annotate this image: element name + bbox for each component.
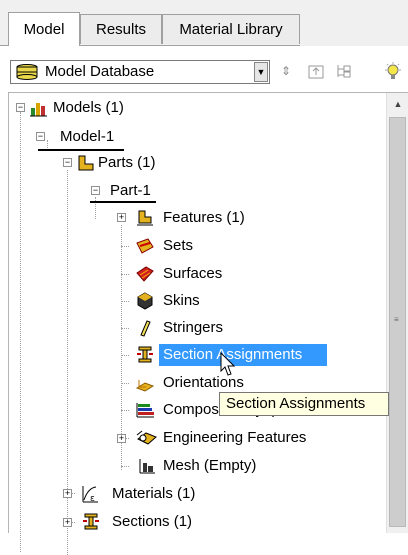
collapse-models-icon[interactable]: − — [16, 103, 25, 112]
tree-node-mesh[interactable]: Mesh (Empty) — [163, 456, 256, 476]
model-underline — [38, 149, 124, 151]
stringers-icon — [140, 320, 151, 337]
tree-node-model-1[interactable]: Model-1 — [60, 127, 114, 147]
mesh-icon — [139, 459, 155, 474]
tree-node-sections[interactable]: Sections (1) — [112, 512, 192, 532]
engineering-features-icon — [136, 430, 157, 445]
tree-node-surfaces[interactable]: Surfaces — [163, 264, 222, 284]
surfaces-icon — [136, 266, 154, 282]
sort-arrows-icon[interactable]: ⇕ — [276, 60, 296, 82]
go-up-icon[interactable] — [306, 60, 326, 82]
sections-icon — [83, 513, 99, 530]
parts-icon — [78, 155, 94, 171]
tab-bar: Model Results Material Library — [0, 0, 408, 46]
tab-model[interactable]: Model — [8, 12, 80, 46]
tree-node-models[interactable]: Models (1) — [53, 98, 124, 118]
skins-icon — [137, 292, 153, 310]
tree-node-parts[interactable]: Parts (1) — [98, 153, 156, 173]
chevron-down-icon[interactable]: ▼ — [254, 62, 268, 82]
scroll-thumb[interactable]: ≡ — [389, 117, 406, 527]
database-icon — [16, 64, 38, 80]
svg-text:ε: ε — [90, 494, 95, 503]
collapse-part1-icon[interactable]: − — [91, 186, 100, 195]
lightbulb-icon[interactable] — [382, 60, 402, 82]
grip-icon: ≡ — [394, 315, 399, 324]
part-underline — [90, 201, 156, 203]
tab-material-library[interactable]: Material Library — [162, 14, 300, 44]
tree-node-stringers[interactable]: Stringers — [163, 318, 223, 338]
materials-icon: ε — [82, 486, 98, 503]
tooltip: Section Assignments — [219, 392, 389, 416]
tab-results[interactable]: Results — [80, 14, 162, 44]
expand-materials-icon[interactable]: + — [63, 489, 72, 498]
orientations-icon — [136, 380, 154, 392]
scroll-up-icon[interactable]: ▲ — [387, 93, 408, 113]
expand-sections-icon[interactable]: + — [63, 518, 72, 527]
collapse-model1-icon[interactable]: − — [36, 132, 45, 141]
tree-node-materials[interactable]: Materials (1) — [112, 484, 195, 504]
tree-expand-icon[interactable] — [334, 60, 354, 82]
features-icon — [137, 210, 153, 226]
combo-value: Model Database — [45, 63, 155, 80]
tree-node-engineering-features[interactable]: Engineering Features — [163, 428, 306, 448]
tree-node-features[interactable]: Features (1) — [163, 208, 245, 228]
tree-node-skins[interactable]: Skins — [163, 291, 200, 311]
collapse-parts-icon[interactable]: − — [63, 158, 72, 167]
sets-icon — [136, 238, 154, 254]
expand-features-icon[interactable]: + — [117, 213, 126, 222]
tree-node-part-1[interactable]: Part-1 — [110, 181, 151, 201]
model-database-combo[interactable]: Model Database ▼ — [10, 60, 270, 84]
mouse-cursor-icon — [220, 352, 236, 376]
section-assignments-icon — [137, 346, 153, 363]
vertical-scrollbar[interactable]: ▲ ≡ — [386, 93, 408, 533]
composite-layups-icon — [136, 403, 154, 418]
tree-node-sets[interactable]: Sets — [163, 236, 193, 256]
expand-engineering-features-icon[interactable]: + — [117, 434, 126, 443]
models-icon — [30, 103, 47, 117]
